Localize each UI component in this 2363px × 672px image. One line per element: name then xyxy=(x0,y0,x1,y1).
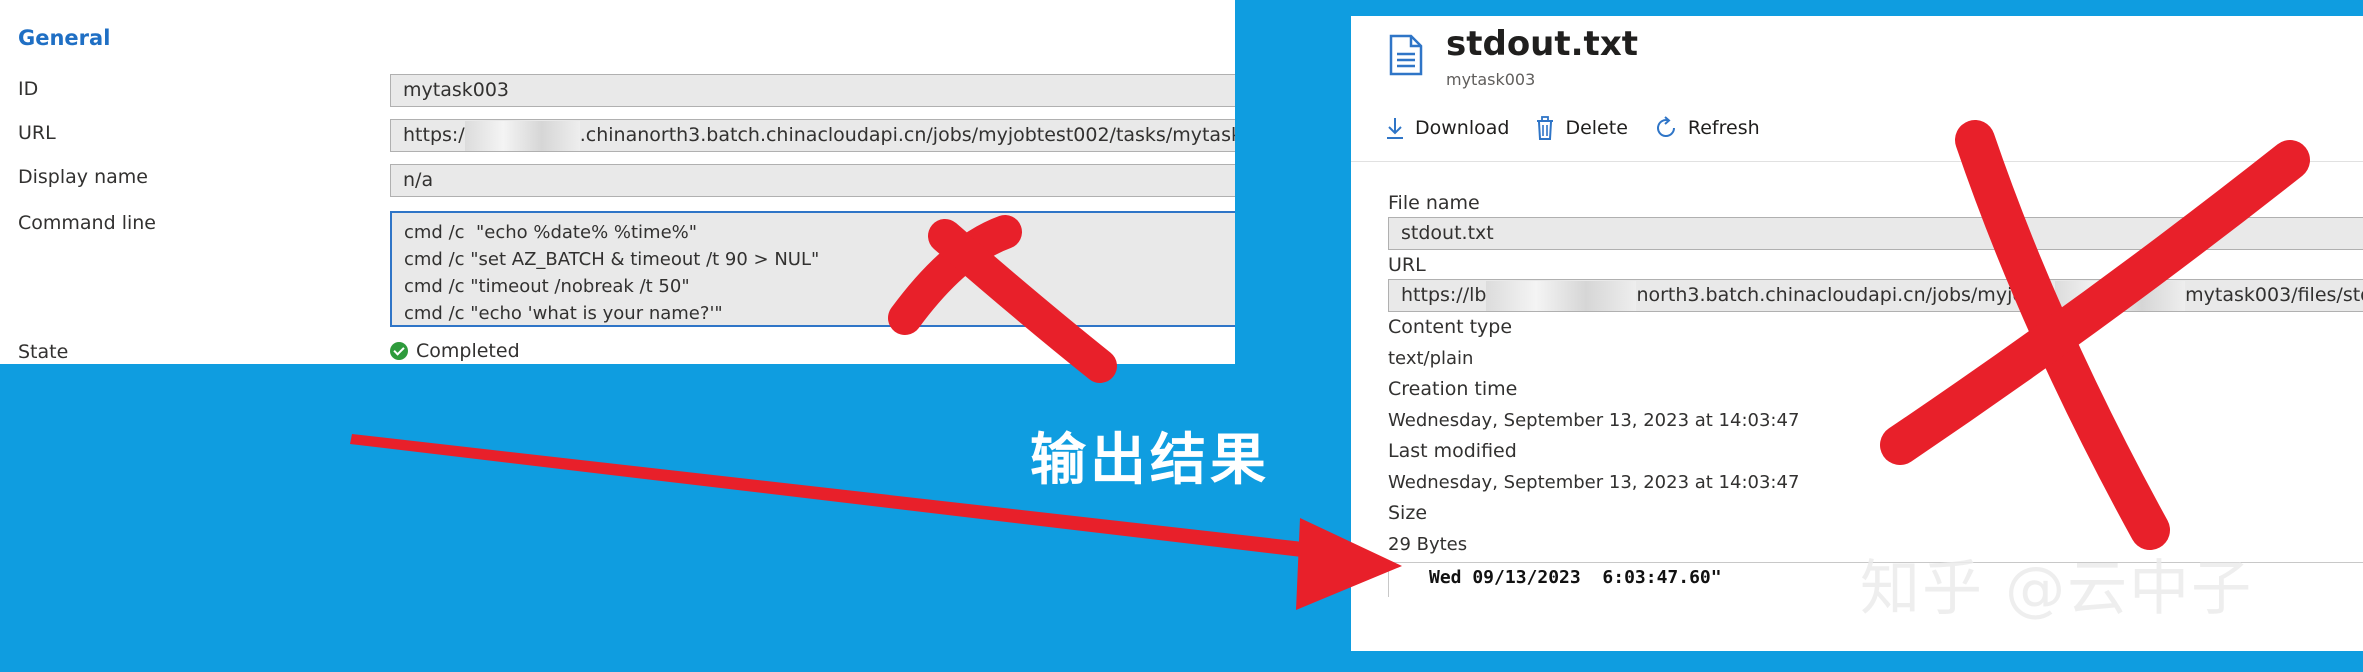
watermark: 知乎 @云中子 xyxy=(1860,554,2254,624)
red-cross-stroke-2 xyxy=(928,219,1117,383)
arrow-head-icon xyxy=(1296,518,1402,610)
caption-text: 输出结果 xyxy=(1030,428,1270,493)
